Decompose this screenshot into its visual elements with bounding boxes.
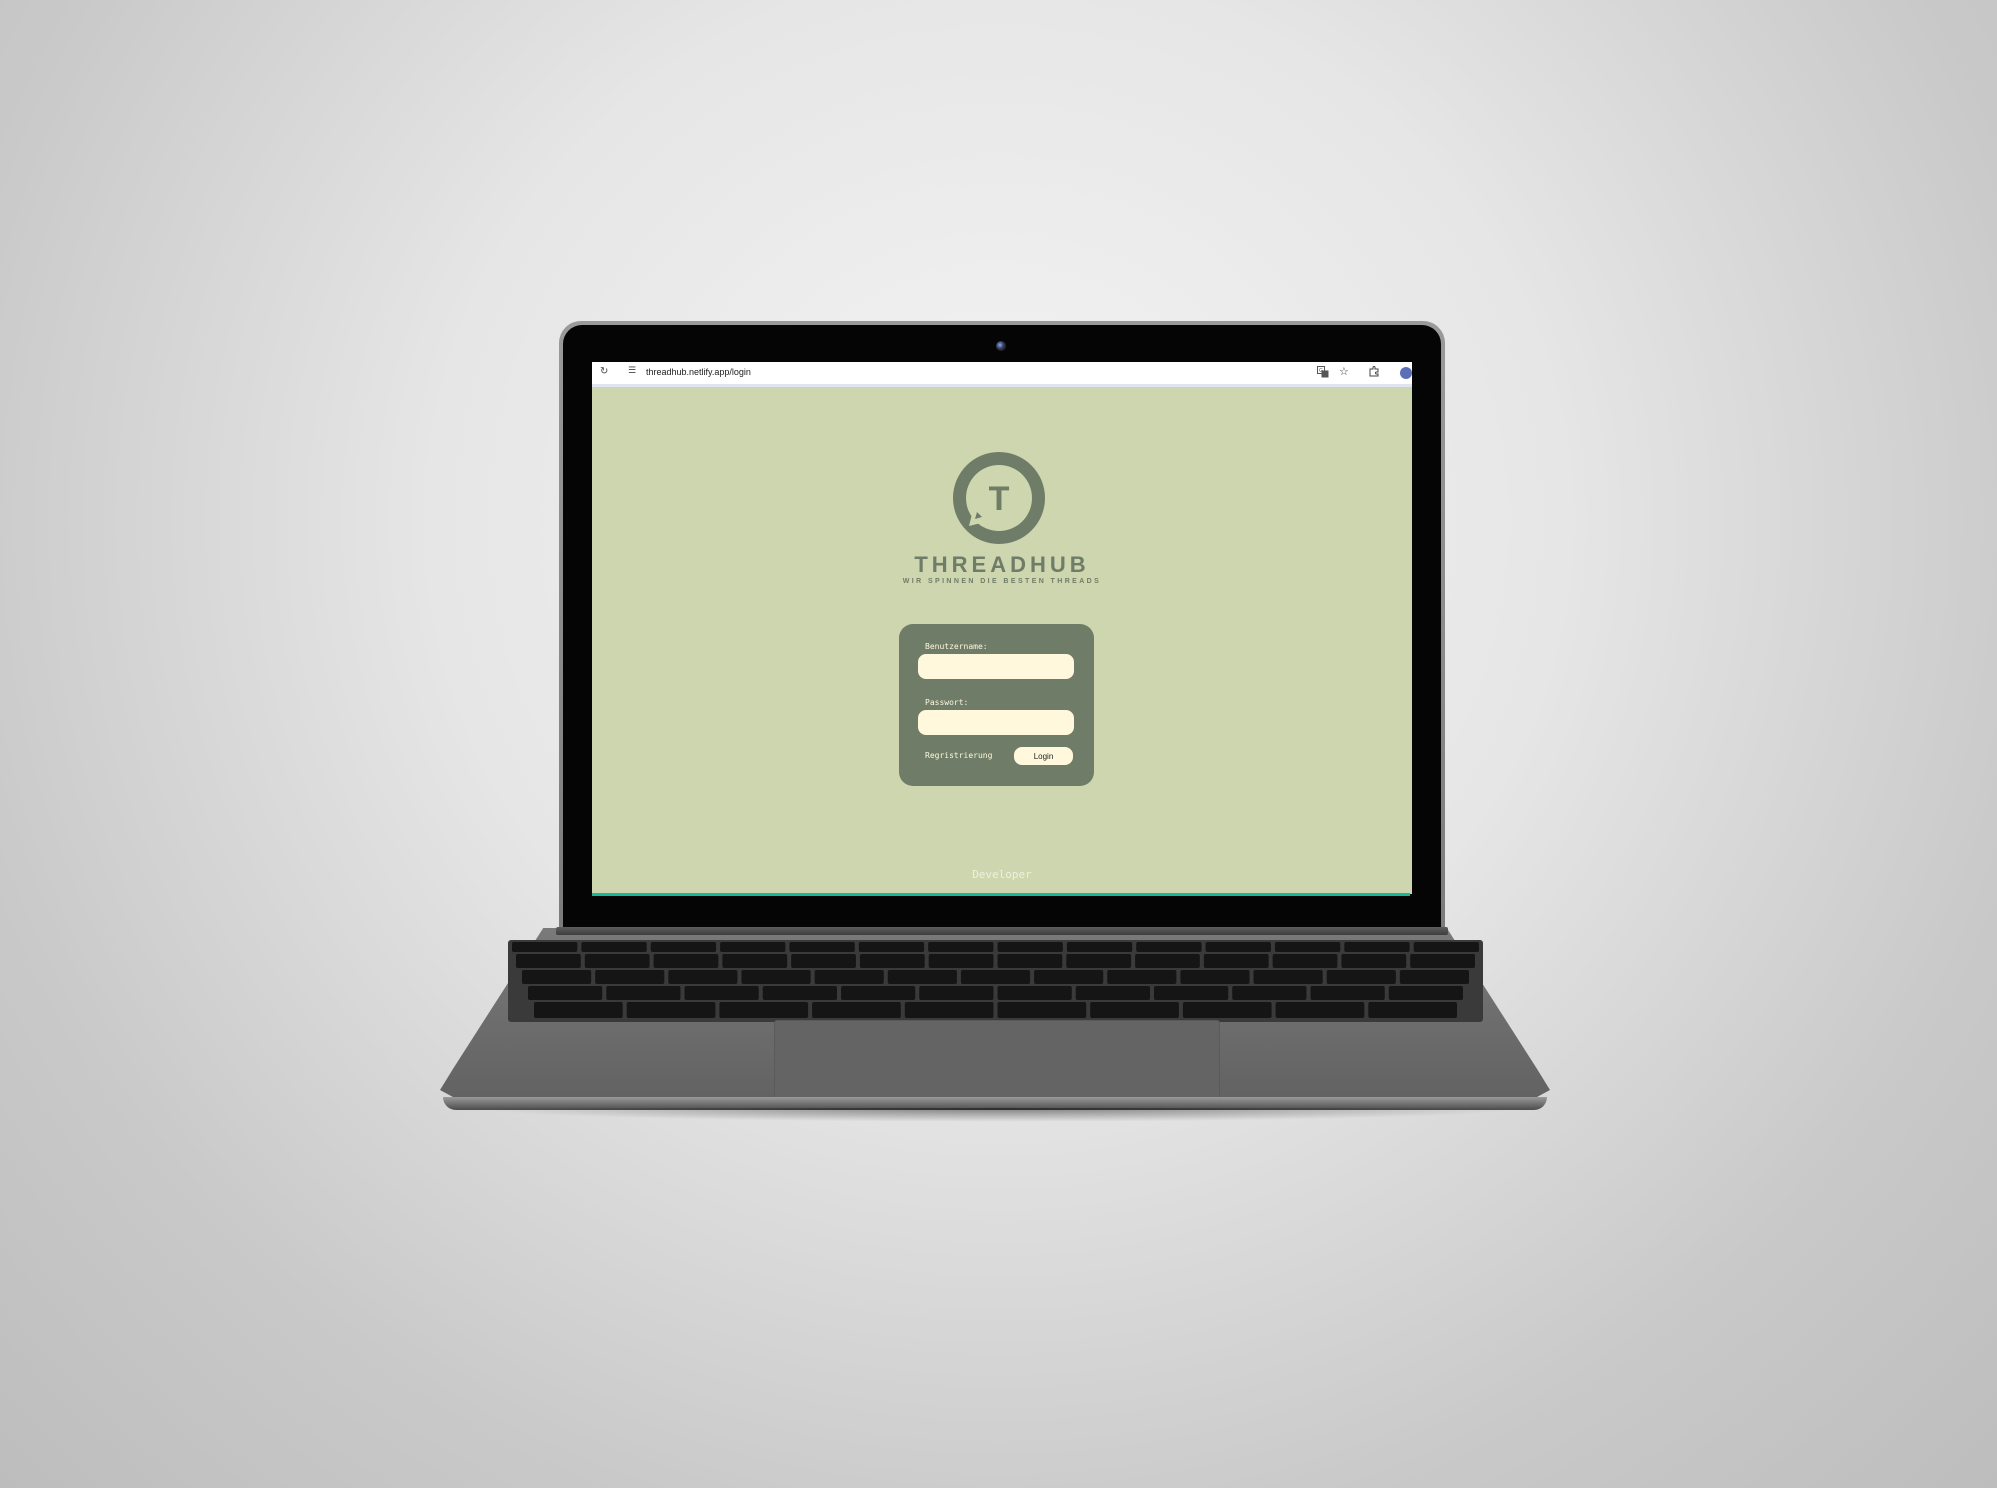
keyboard-key: [1388, 986, 1463, 1000]
webcam-icon: [996, 341, 1006, 351]
password-input[interactable]: [918, 710, 1074, 735]
keyboard-key: [1253, 970, 1323, 984]
keyboard-key: [1182, 1002, 1272, 1018]
keyboard-key: [1310, 986, 1385, 1000]
keyboard-key: [789, 942, 855, 952]
keyboard-key: [1274, 942, 1341, 952]
threadhub-logo-icon: T: [953, 452, 1045, 544]
developer-link[interactable]: Developer: [592, 868, 1412, 881]
keyboard-key: [650, 942, 717, 952]
username-input[interactable]: [918, 654, 1074, 679]
keyboard-key: [720, 942, 786, 952]
keyboard-key: [1344, 942, 1410, 952]
keyboard-key: [719, 1002, 809, 1018]
keyboard-key: [1090, 1002, 1179, 1018]
reload-icon[interactable]: ↻: [600, 366, 608, 377]
keyboard-key: [859, 954, 925, 968]
keyboard-key: [1034, 970, 1104, 984]
keyboard-key: [919, 986, 994, 1000]
browser-viewport: ↻ ☰ threadhub.netlify.app/login G ☆ T TH…: [592, 362, 1412, 894]
keyboard-key: [606, 986, 681, 1000]
keyboard-key: [887, 970, 957, 984]
browser-address-bar: ↻ ☰ threadhub.netlify.app/login G ☆: [592, 362, 1412, 387]
keyboard-key: [653, 954, 719, 968]
keyboard-key: [1205, 942, 1271, 952]
puzzle-icon[interactable]: [1369, 366, 1380, 377]
login-button[interactable]: Login: [1014, 747, 1073, 765]
keyboard-key: [928, 942, 994, 952]
keyboard-key: [1066, 942, 1133, 952]
keyboard-key: [1203, 954, 1269, 968]
keyboard-key: [668, 970, 738, 984]
keyboard-key: [528, 986, 603, 1000]
username-label: Benutzername:: [925, 642, 988, 651]
trackpad: [774, 1020, 1220, 1100]
keyboard-key: [791, 954, 856, 968]
keyboard-key: [928, 954, 994, 968]
keyboard-key: [997, 942, 1063, 952]
keyboard-key: [1066, 954, 1132, 968]
keyboard-key: [1135, 954, 1200, 968]
laptop-hinge: [556, 927, 1448, 935]
keyboard-key: [1410, 954, 1475, 968]
laptop-shadow: [470, 1108, 1530, 1122]
keyboard-key: [626, 1002, 716, 1018]
keyboard-key: [722, 954, 788, 968]
logo-letter: T: [989, 480, 1010, 518]
keyboard-key: [1232, 986, 1307, 1000]
keyboard-key: [904, 1002, 994, 1018]
keyboard-key: [1154, 986, 1229, 1000]
keyboard-key: [762, 986, 837, 1000]
keyboard-key: [1326, 970, 1396, 984]
keyboard: [508, 940, 1483, 1022]
keyboard-key: [1399, 970, 1469, 984]
keyboard-key: [512, 942, 578, 952]
keyboard-key: [814, 970, 884, 984]
screen-bottom-edge: [592, 893, 1410, 896]
keyboard-key: [1180, 970, 1250, 984]
keyboard-key: [522, 970, 592, 984]
keyboard-key: [812, 1002, 901, 1018]
keyboard-key: [684, 986, 759, 1000]
register-link[interactable]: Regristrierung: [925, 751, 992, 760]
keyboard-key: [841, 986, 916, 1000]
keyboard-key: [584, 954, 650, 968]
keyboard-key: [1075, 986, 1150, 1000]
keyboard-key: [1341, 954, 1407, 968]
keyboard-key: [1107, 970, 1177, 984]
keyboard-key: [858, 942, 925, 952]
keyboard-key: [534, 1002, 623, 1018]
keyboard-key: [741, 970, 811, 984]
profile-avatar[interactable]: [1400, 367, 1412, 379]
site-info-icon[interactable]: ☰: [628, 366, 636, 376]
password-label: Passwort:: [925, 698, 969, 707]
keyboard-key: [997, 1002, 1087, 1018]
brand-name: THREADHUB: [914, 552, 1090, 577]
keyboard-key: [1272, 954, 1338, 968]
keyboard-key: [997, 954, 1063, 968]
keyboard-key: [997, 986, 1072, 1000]
keyboard-key: [1136, 942, 1202, 952]
keyboard-key: [1275, 1002, 1365, 1018]
keyboard-key: [595, 970, 665, 984]
keyboard-key: [960, 970, 1031, 984]
keyboard-key: [516, 954, 581, 968]
keyboard-key: [1368, 1002, 1457, 1018]
keyboard-key: [1413, 942, 1479, 952]
login-card: Benutzername: Passwort: Regristrierung L…: [899, 624, 1094, 786]
url-text[interactable]: threadhub.netlify.app/login: [646, 367, 751, 377]
svg-text:G: G: [1319, 368, 1323, 374]
star-icon[interactable]: ☆: [1339, 365, 1349, 378]
translate-icon[interactable]: G: [1317, 366, 1329, 378]
keyboard-key: [581, 942, 647, 952]
brand-tagline: WIR SPINNEN DIE BESTEN THREADS: [902, 578, 1102, 585]
